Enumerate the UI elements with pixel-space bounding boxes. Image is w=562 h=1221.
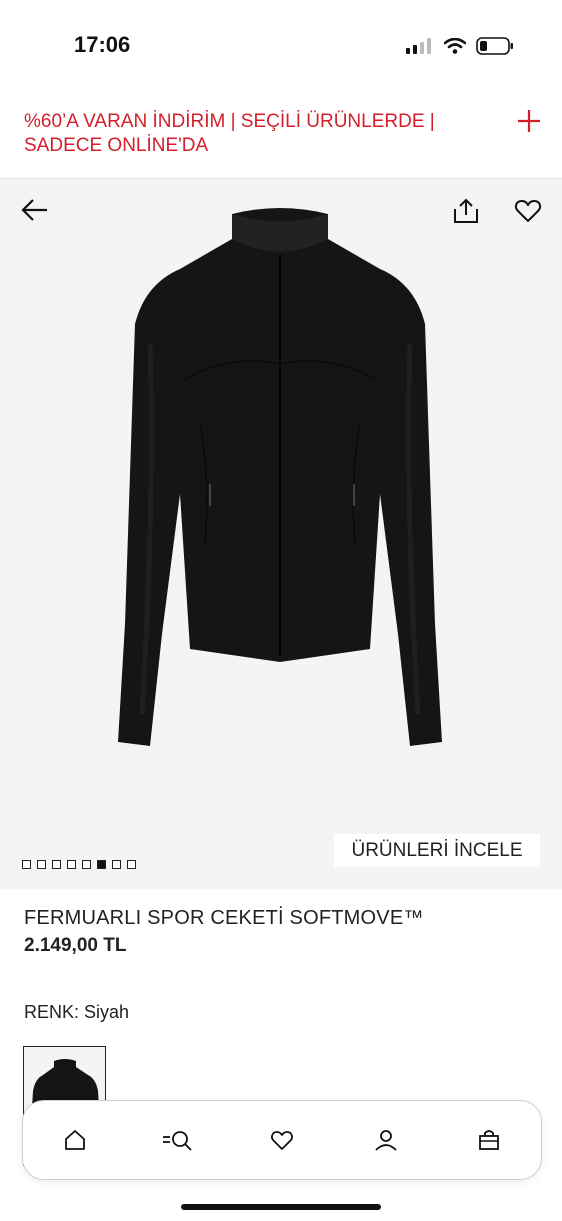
pagination-dot[interactable] <box>67 860 76 869</box>
product-image <box>118 208 442 746</box>
shopping-bag-icon <box>479 1130 500 1150</box>
home-icon <box>64 1130 85 1150</box>
heart-icon[interactable] <box>514 197 542 225</box>
pagination-dot-active[interactable] <box>97 860 106 869</box>
tab-bag[interactable] <box>469 1120 509 1160</box>
heart-icon <box>271 1131 293 1150</box>
home-indicator <box>181 1204 381 1210</box>
product-price: 2.149,00 TL <box>24 935 127 956</box>
arrow-left-icon[interactable] <box>20 197 50 223</box>
color-label: RENK: <box>24 1002 80 1022</box>
bottom-tab-bar <box>22 1100 542 1180</box>
status-bar: 17:06 <box>0 0 562 90</box>
signal-icon <box>406 38 431 54</box>
status-icons <box>406 34 514 58</box>
pagination-dot[interactable] <box>127 860 136 869</box>
user-icon <box>374 1130 397 1151</box>
tab-account[interactable] <box>366 1120 406 1160</box>
view-products-button[interactable]: ÜRÜNLERİ İNCELE <box>334 834 540 867</box>
pagination-dot[interactable] <box>37 860 46 869</box>
color-info: RENK: Siyah <box>24 1002 129 1023</box>
tab-home[interactable] <box>55 1120 95 1160</box>
pagination-dot[interactable] <box>22 860 31 869</box>
pagination-dot[interactable] <box>52 860 61 869</box>
search-icon <box>163 1131 193 1151</box>
color-value: Siyah <box>84 1002 130 1022</box>
pagination-dot[interactable] <box>112 860 121 869</box>
plus-icon[interactable] <box>516 108 542 134</box>
product-name: FERMUARLI SPOR CEKETİ SOFTMOVE™ <box>24 907 424 929</box>
wifi-icon <box>444 38 466 54</box>
tab-search[interactable] <box>158 1120 198 1160</box>
image-pagination[interactable] <box>22 860 136 869</box>
promo-banner[interactable]: %60’A VARAN İNDİRİM | SEÇİLİ ÜRÜNLERDE |… <box>0 92 562 179</box>
product-gallery[interactable]: ÜRÜNLERİ İNCELE <box>0 179 562 889</box>
battery-icon <box>476 37 513 55</box>
status-time: 17:06 <box>74 32 131 57</box>
tab-favorites[interactable] <box>262 1120 302 1160</box>
promo-text: %60’A VARAN İNDİRİM | SEÇİLİ ÜRÜNLERDE |… <box>24 111 435 156</box>
pagination-dot[interactable] <box>82 860 91 869</box>
